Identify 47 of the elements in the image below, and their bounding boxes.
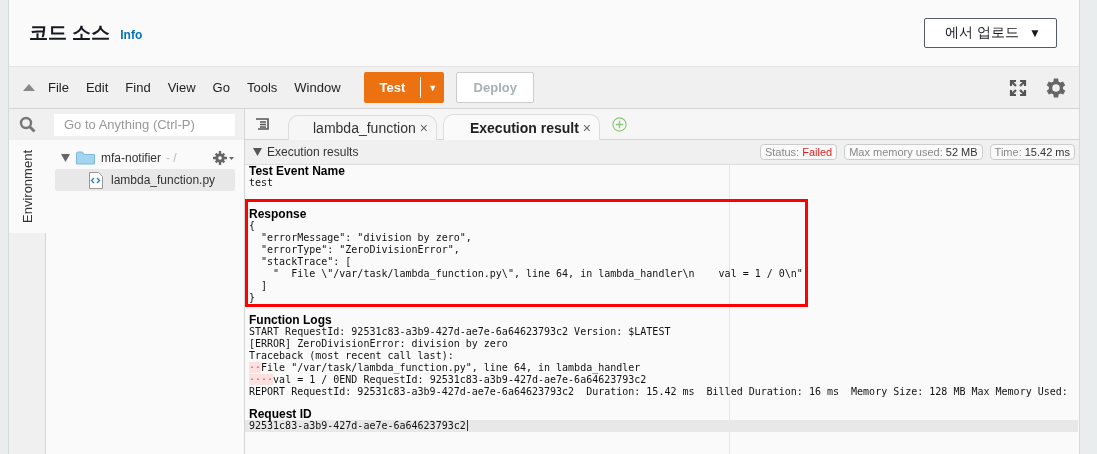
code-line: Traceback (most recent call last): [249,350,455,362]
metric-pill: Time: 15.42 ms [989,144,1075,160]
tree-folder[interactable]: mfa-notifier - / [55,147,235,169]
code-line: "errorMessage": "division by zero", [260,232,473,244]
editor-tab[interactable]: Execution result × [442,114,601,140]
metric-pill: Max memory used: 52 MB [844,144,983,160]
menu-item[interactable]: Edit [85,80,109,95]
search-field[interactable]: Go to Anything (Ctrl-P) [54,113,235,136]
menu-item[interactable]: Window [294,80,341,95]
panel-title: Execution results [267,145,360,159]
menu-item[interactable]: Go [212,80,230,95]
code-line: REPORT RequestId: 92531c83-a3b9-427d-ae7e-6a64623793c2 Duration: 15.42 ms Billed Duration: 16 ms Memory Size: 128 MB Max Memory Used: [249,386,1069,398]
expanded-caret-icon[interactable] [253,148,262,156]
section-title: 코드 소스 [29,21,111,45]
code-line: "errorType": "ZeroDivisionError", [260,244,461,256]
side-tab[interactable]: Environment [9,140,46,233]
code-file-icon [89,171,103,189]
section-heading: Function Logs [249,314,333,326]
info-link[interactable]: Info [120,27,143,42]
collapse-triangle-icon[interactable] [23,84,35,91]
code-line: "stackTrace": [ [260,256,353,268]
expanded-caret-icon[interactable] [61,154,70,162]
code-line: test [249,177,275,189]
status-pill: Status: Failed [759,144,838,160]
code-line: ] [260,280,269,292]
code-line: ··File "/var/task/lambda_function.py", line 64, in lambda_handler [249,362,642,374]
folder-icon [76,151,95,165]
code-line: START RequestId: 92531c83-a3b9-427d-ae7e-6a64623793c2 Version: $LATEST [249,326,672,338]
menu-item[interactable]: Tools [246,80,278,95]
code-line: [ERROR] ZeroDivisionError: division by zero [249,338,509,350]
menu-item[interactable]: Find [125,80,151,95]
search-icon[interactable] [19,116,36,133]
fullscreen-icon[interactable] [1009,78,1027,97]
upload-button[interactable]: 에서 업로드 ▼ [924,18,1057,48]
code-line: ····val = 1 / 0END RequestId: 92531c83-a3b9-427d-ae7e-6a64623793c2 [249,374,648,386]
editor-tab[interactable]: lambda_function × [288,115,437,140]
tab-list-icon[interactable] [255,118,270,130]
section-heading: Request ID [249,408,312,420]
menu-item[interactable]: View [167,80,196,95]
code-line: { [249,220,256,232]
tree-file[interactable]: lambda_function.py [55,169,235,191]
section-heading: Response [249,208,308,220]
code-line: " File \"/var/task/lambda_function.py\", line 64, in lambda_handler\n val = 1 / 0\n" [272,268,804,280]
code-line: } [249,292,257,304]
section-heading: Test Event Name [249,165,346,177]
gear-icon[interactable] [213,151,235,165]
menu-item[interactable]: File [48,80,69,95]
